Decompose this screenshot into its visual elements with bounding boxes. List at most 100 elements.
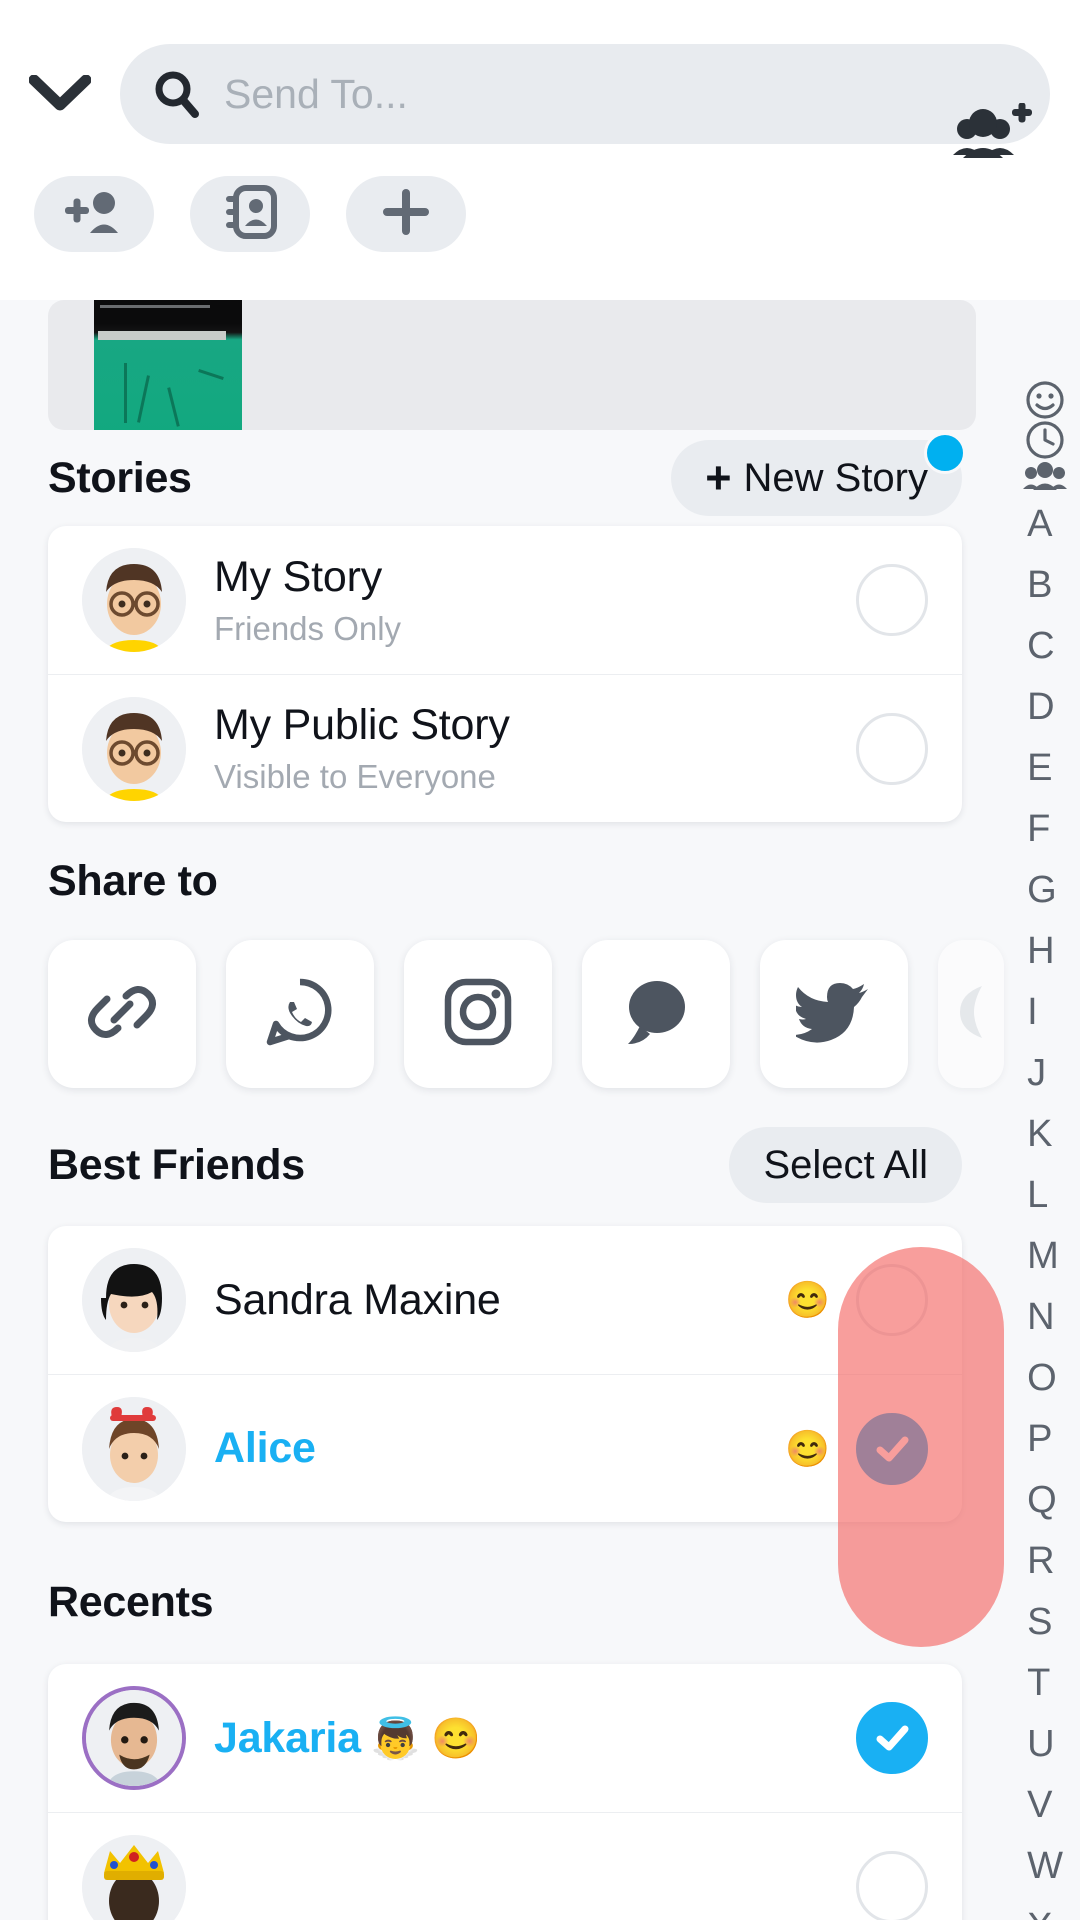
thumbnail-label-text [100,300,236,313]
add-group-icon[interactable] [946,94,1036,174]
share-instagram-button[interactable] [404,940,552,1088]
alphabet-letter-B[interactable]: B [1027,555,1063,616]
friend-name: Sandra Maxine [214,1275,501,1324]
group-icon[interactable] [1022,460,1068,494]
alphabet-letter-J[interactable]: J [1027,1043,1063,1104]
avatar [82,696,186,801]
search-bar[interactable] [120,44,1050,144]
alphabet-letter-L[interactable]: L [1027,1165,1063,1226]
best-friends-title: Best Friends [48,1140,305,1189]
alphabet-letter-U[interactable]: U [1027,1714,1063,1775]
share-more-button[interactable] [938,940,1004,1088]
alphabet-letter-A[interactable]: A [1027,494,1063,555]
alphabet-letter-Q[interactable]: Q [1027,1470,1063,1531]
avatar [82,1248,186,1352]
friend-row-sandra-maxine[interactable]: Sandra Maxine 😊 [48,1226,962,1374]
twitter-icon [793,977,872,1052]
friend-checkbox[interactable] [856,1264,928,1336]
alphabet-letter-V[interactable]: V [1027,1775,1063,1836]
story-row-my-public-story[interactable]: My Public Story Visible to Everyone [48,674,962,822]
friendship-emoji: 😊 [785,1279,830,1320]
avatar [82,1396,186,1501]
alphabet-letter-X[interactable]: X [1027,1897,1063,1920]
alphabet-letter-W[interactable]: W [1027,1836,1063,1897]
alphabet-letter-K[interactable]: K [1027,1104,1063,1165]
alphabet-letters: ABCDEFGHIJKLMNOPQRSTUVWXY [1027,494,1063,1920]
story-info: My Public Story Visible to Everyone [214,701,856,796]
friend-checkbox[interactable] [856,1412,928,1485]
snap-preview-thumbnail[interactable] [94,300,242,430]
alphabet-letter-T[interactable]: T [1027,1653,1063,1714]
best-friends-card: Sandra Maxine 😊 Alice 😊 [48,1226,962,1522]
new-story-plus-icon: + [705,452,732,503]
share-messages-button[interactable] [582,940,730,1088]
add-friend-button[interactable] [34,176,154,252]
stories-card: My Story Friends Only My Public Story Vi… [48,526,962,822]
friend-checkbox[interactable] [856,1702,928,1774]
alphabet-letter-R[interactable]: R [1027,1531,1063,1592]
stories-title: Stories [48,453,192,502]
share-twitter-button[interactable] [760,940,908,1088]
alphabet-letter-I[interactable]: I [1027,982,1063,1043]
share-copy-link-button[interactable] [48,940,196,1088]
alphabet-letter-G[interactable]: G [1027,860,1063,921]
select-all-label: Select All [763,1142,928,1187]
send-to-screen: Stories + New Story [0,0,1080,1920]
search-icon [146,69,208,119]
alphabet-index-rail[interactable]: ABCDEFGHIJKLMNOPQRSTUVWXY [1010,380,1080,1920]
address-book-icon [223,184,277,245]
story-privacy: Friends Only [214,609,402,647]
friend-name: Alice [214,1424,316,1472]
attachment-preview-bar [48,300,976,430]
alphabet-letter-M[interactable]: M [1027,1226,1063,1287]
share-whatsapp-button[interactable] [226,940,374,1088]
contacts-button[interactable] [190,176,310,252]
friend-row-partial[interactable] [48,1812,962,1920]
friend-info: Alice [214,1424,785,1473]
story-name: My Story [214,552,383,601]
alphabet-letter-D[interactable]: D [1027,677,1063,738]
alphabet-letter-C[interactable]: C [1027,616,1063,677]
story-info: My Story Friends Only [214,553,856,648]
new-group-button[interactable] [346,176,466,252]
alphabet-letter-P[interactable]: P [1027,1409,1063,1470]
avatar [82,548,186,652]
story-privacy: Visible to Everyone [214,758,496,795]
chat-bubble-icon [618,974,694,1055]
search-input[interactable] [208,70,1024,118]
alphabet-letter-E[interactable]: E [1027,738,1063,799]
story-row-my-story[interactable]: My Story Friends Only [48,526,962,674]
alphabet-letter-N[interactable]: N [1027,1287,1063,1348]
clock-icon[interactable] [1025,420,1065,460]
whatsapp-icon [262,974,338,1055]
header [0,0,1080,300]
select-all-button[interactable]: Select All [729,1127,962,1203]
alphabet-letter-F[interactable]: F [1027,799,1063,860]
friend-info: Jakaria 👼 😊 [214,1714,856,1763]
friend-row-alice[interactable]: Alice 😊 [48,1374,962,1522]
friend-emoji: 👼 😊 [370,1716,481,1761]
add-person-icon [63,188,125,241]
story-checkbox[interactable] [856,712,928,785]
friend-checkbox[interactable] [856,1850,928,1920]
partial-app-icon [938,974,1004,1055]
story-checkbox[interactable] [856,564,928,636]
stories-section-header: Stories + New Story [0,430,1010,526]
smiley-face-icon[interactable] [1025,380,1065,420]
new-story-label: New Story [743,455,929,500]
friend-row-jakaria[interactable]: Jakaria 👼 😊 [48,1664,962,1812]
alphabet-letter-O[interactable]: O [1027,1348,1063,1409]
recents-card: Jakaria 👼 😊 [48,1664,962,1920]
alphabet-letter-S[interactable]: S [1027,1592,1063,1653]
avatar [82,1834,186,1920]
friend-name: Jakaria [214,1713,361,1762]
friend-name-wrapper: Jakaria 👼 😊 [214,1714,856,1763]
new-story-button[interactable]: + New Story [671,432,966,516]
chevron-down-icon[interactable] [0,40,120,148]
share-to-strip [0,940,1010,1088]
instagram-icon [442,976,514,1053]
send-to-list: Stories + New Story My Story Friends Onl… [0,430,1010,1920]
search-row [0,40,1080,158]
share-to-title: Share to [48,856,218,905]
alphabet-letter-H[interactable]: H [1027,921,1063,982]
